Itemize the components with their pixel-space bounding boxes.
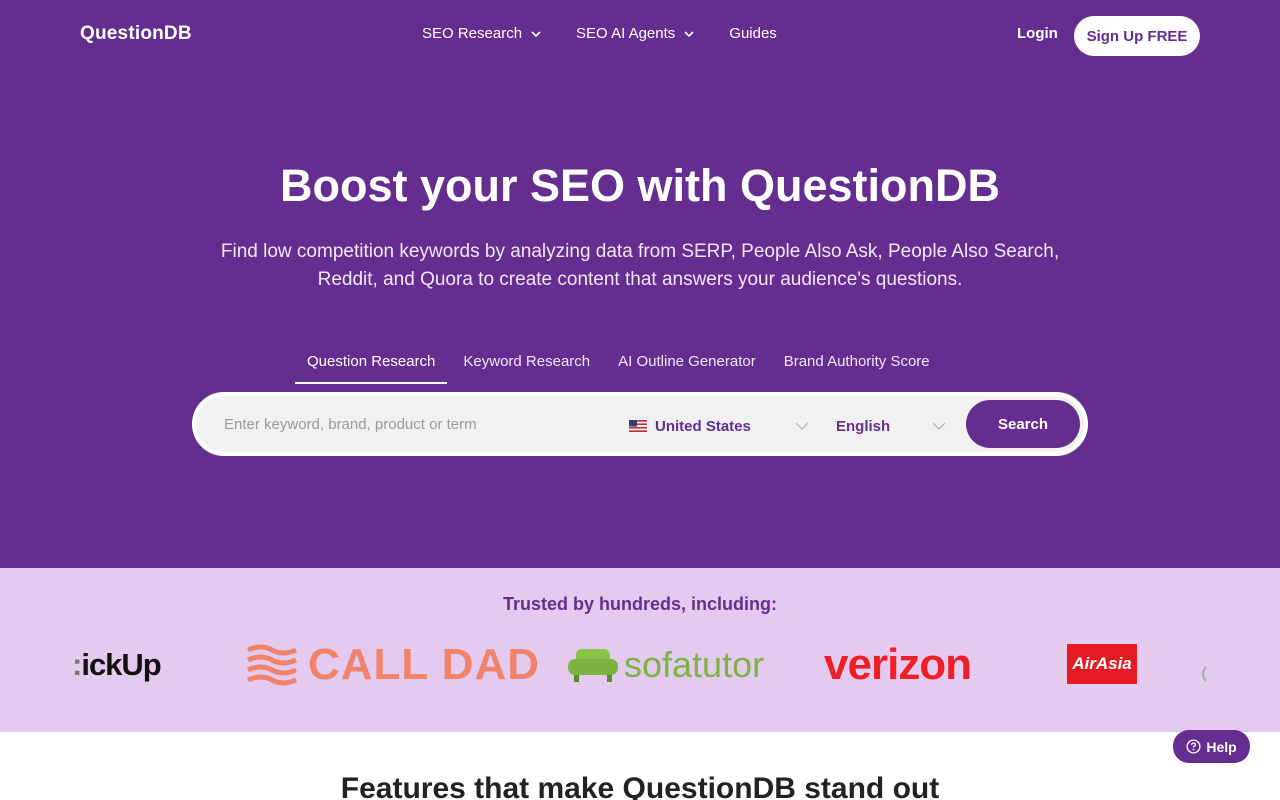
login-link[interactable]: Login xyxy=(1017,25,1058,42)
nav-guides[interactable]: Guides xyxy=(729,25,777,42)
call-dad-logo: CALL DAD xyxy=(246,640,540,690)
trusted-title: Trusted by hundreds, including: xyxy=(502,594,777,614)
chevron-down-icon xyxy=(932,422,946,430)
partial-logo-icon xyxy=(1202,666,1207,682)
signup-button[interactable]: Sign Up FREE xyxy=(1074,16,1200,56)
trusted-by-section: Trusted by hundreds, including: : ickUp C… xyxy=(0,568,1280,732)
tab-keyword-research[interactable]: Keyword Research xyxy=(451,352,602,384)
page-title: Boost your SEO with QuestionDB xyxy=(279,160,1001,211)
hero-subtext: Find low competition keywords by analyzi… xyxy=(220,241,1060,290)
country-label: United States xyxy=(655,417,751,435)
site-logo[interactable]: QuestionDB xyxy=(80,23,192,45)
nav-link-label: SEO Research xyxy=(422,25,523,42)
help-label: Help xyxy=(1206,738,1237,755)
tab-brand-authority-score[interactable]: Brand Authority Score xyxy=(772,352,942,384)
question-circle-icon xyxy=(1186,739,1201,754)
chevron-down-icon xyxy=(531,30,541,37)
sofatutor-logo-text: sofatutor xyxy=(624,644,765,685)
sofa-icon xyxy=(568,649,618,682)
clickup-logo-text: ickUp xyxy=(81,647,161,682)
tab-question-research[interactable]: Question Research xyxy=(295,352,448,384)
search-bar: United States English Search xyxy=(192,392,1088,456)
nav-seo-research[interactable]: SEO Research xyxy=(422,25,542,42)
top-navigation: QuestionDB SEO Research SEO AI Agents Gu… xyxy=(0,0,1280,70)
sofatutor-logo: sofatutor xyxy=(566,640,764,690)
verizon-logo: verizon xyxy=(824,640,972,690)
help-button[interactable]: Help xyxy=(1173,730,1250,763)
features-heading: Features that make QuestionDB stand out xyxy=(340,772,940,800)
search-input[interactable] xyxy=(224,410,604,438)
chevron-down-icon xyxy=(795,422,809,430)
research-tabs: Question Research Keyword Research AI Ou… xyxy=(295,352,942,384)
nav-link-label: Guides xyxy=(729,25,777,42)
country-select[interactable]: United States xyxy=(629,414,809,438)
language-label: English xyxy=(836,417,891,435)
waves-icon xyxy=(246,644,298,686)
search-button[interactable]: Search xyxy=(966,400,1080,448)
hero-section: QuestionDB SEO Research SEO AI Agents Gu… xyxy=(0,0,1280,568)
us-flag-icon xyxy=(629,420,647,432)
tab-ai-outline-generator[interactable]: AI Outline Generator xyxy=(606,352,768,384)
nav-seo-ai-agents[interactable]: SEO AI Agents xyxy=(576,25,695,42)
clickup-logo: : ickUp xyxy=(72,647,162,682)
language-select[interactable]: English xyxy=(836,414,946,438)
airasia-logo-text: AirAsia xyxy=(1072,654,1132,673)
chevron-down-icon xyxy=(684,30,694,37)
airasia-logo: AirAsia xyxy=(1067,644,1137,684)
call-dad-logo-text: CALL DAD xyxy=(308,640,541,689)
nav-links: SEO Research SEO AI Agents Guides xyxy=(422,25,777,42)
nav-link-label: SEO AI Agents xyxy=(576,25,676,42)
verizon-logo-text: verizon xyxy=(824,640,972,689)
